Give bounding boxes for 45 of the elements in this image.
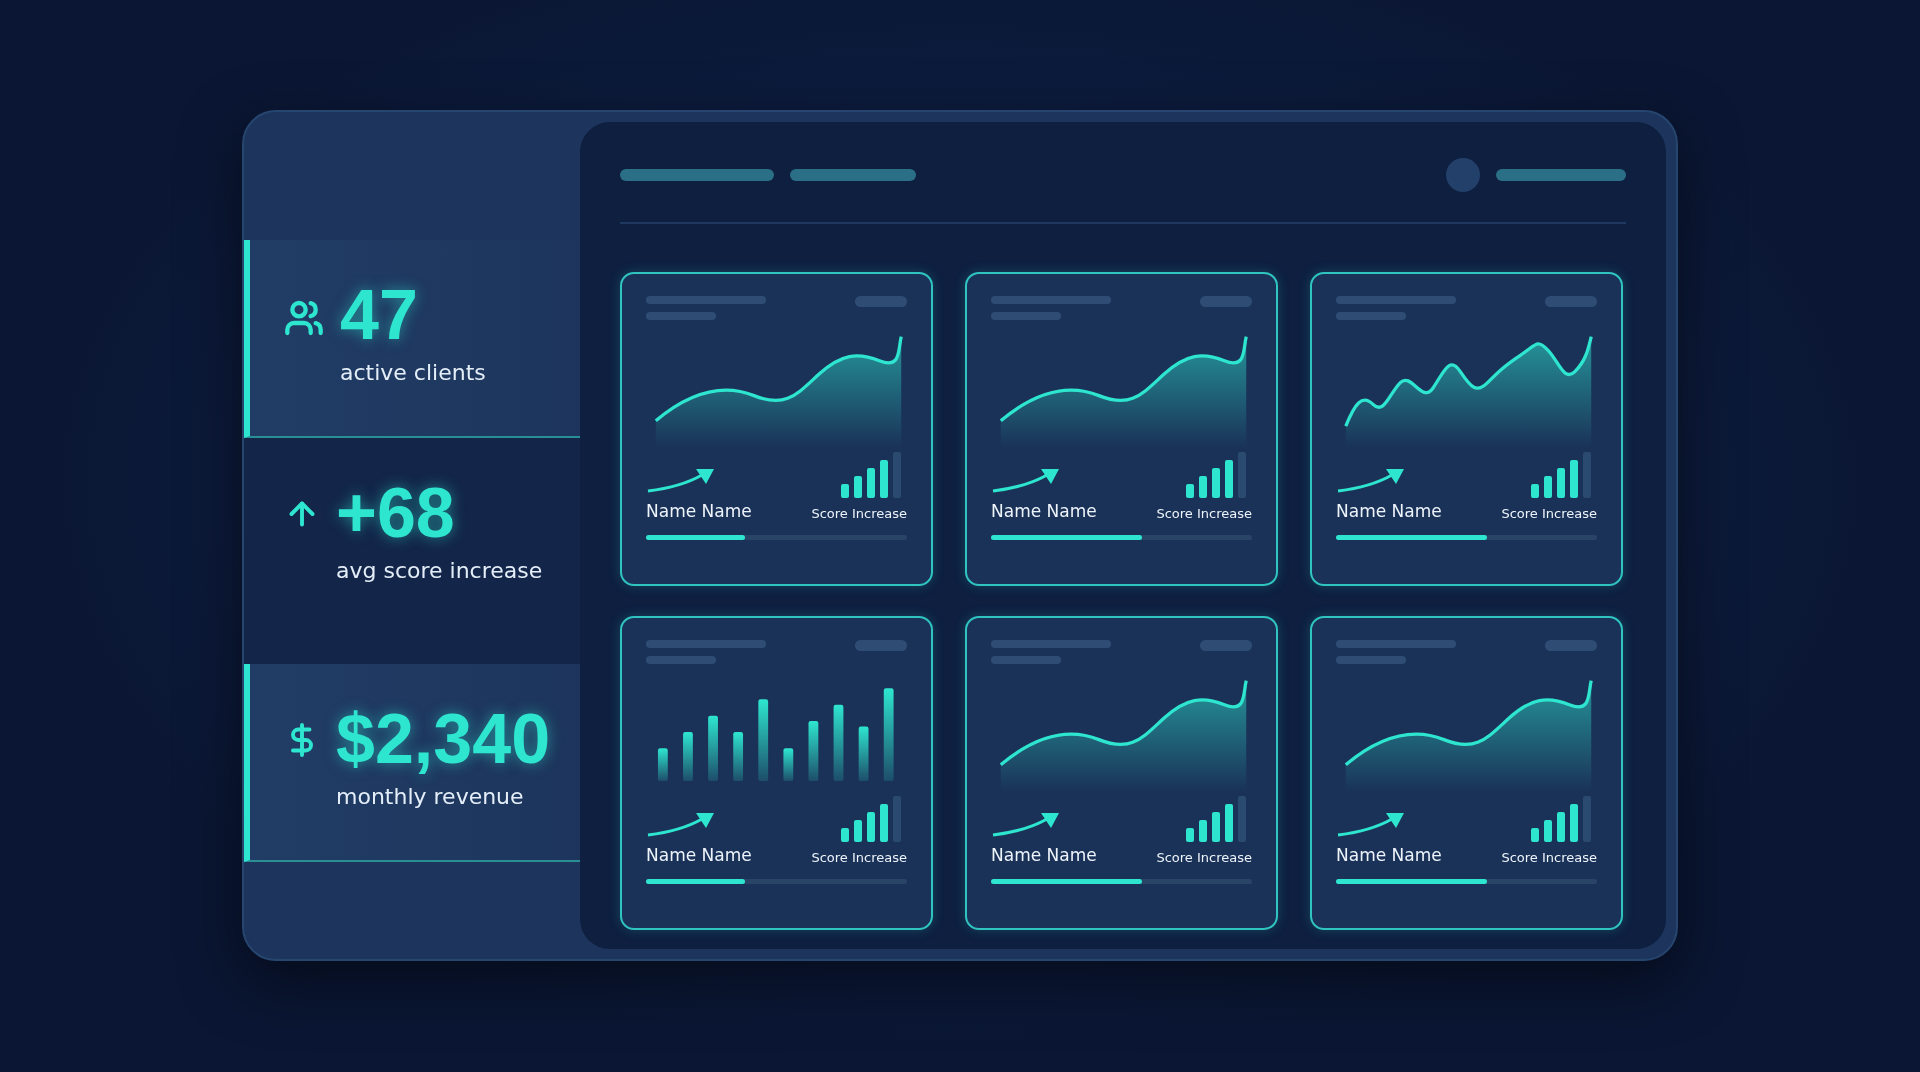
trend-arrow-icon [646,467,716,493]
skeleton-pill [1200,296,1252,307]
trend-arrow-icon [991,467,1061,493]
avatar-icon [1446,158,1480,192]
trend-arrow-icon [991,811,1061,837]
stat-label: active clients [340,360,486,385]
skeleton-line [1336,312,1406,320]
trend-arrow-icon [1336,811,1406,837]
stat-value: +68 [336,478,456,548]
skeleton-line [646,656,716,664]
skeleton-line [646,312,716,320]
score-label: Score Increase [1501,506,1597,521]
skeleton-pill [1545,640,1597,651]
trend-arrow-icon [646,811,716,837]
chart-bar [808,721,819,782]
score-label: Score Increase [811,850,907,865]
skeleton-line [991,656,1061,664]
chart-bar [733,732,744,782]
client-name: Name Name [991,845,1097,865]
score-label: Score Increase [1501,850,1597,865]
skeleton-pill [855,640,907,651]
chart-bar [858,726,869,782]
chart-bar [708,715,718,782]
stat-value: $2,340 [336,704,551,774]
chart-bar [783,748,794,782]
client-name: Name Name [646,501,752,521]
client-name: Name Name [1336,501,1442,521]
skeleton-pill [1200,640,1252,651]
chart-bar [657,748,668,782]
stat-label: monthly revenue [336,784,525,809]
client-name: Name Name [991,501,1097,521]
chart-bar [683,732,693,782]
trend-arrow-icon [1336,467,1406,493]
skeleton-line [991,312,1061,320]
skeleton-line [1336,656,1406,664]
client-name: Name Name [646,845,752,865]
skeleton-pill [1545,296,1597,307]
stat-value: 47 [340,280,419,350]
skeleton-pill [855,296,907,307]
score-label: Score Increase [811,506,907,521]
people-icon [284,298,324,338]
score-label: Score Increase [1156,506,1252,521]
client-name: Name Name [1336,845,1442,865]
score-label: Score Increase [1156,850,1252,865]
stat-label: avg score increase [336,558,543,583]
